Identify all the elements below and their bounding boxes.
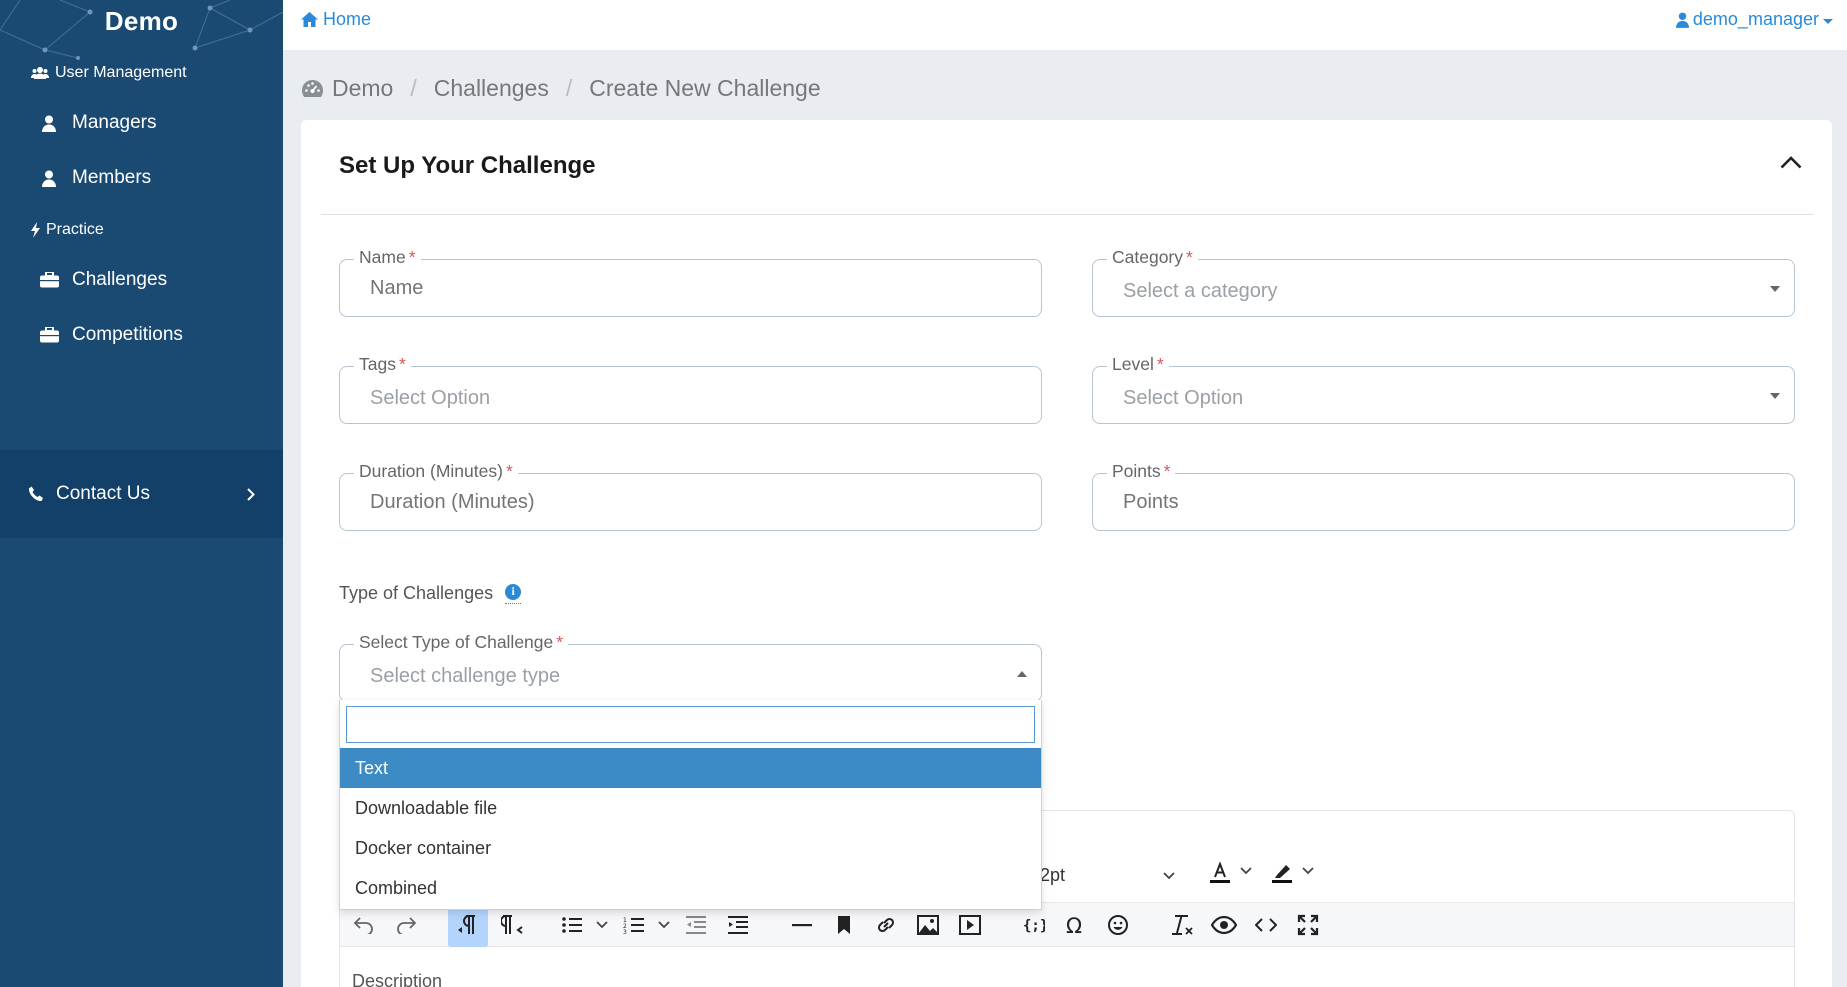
breadcrumb: Demo / Challenges / Create New Challenge (301, 75, 821, 102)
breadcrumb-current: Create New Challenge (589, 75, 821, 101)
chevron-down-icon[interactable] (1240, 867, 1252, 875)
caret-down-icon (1770, 393, 1780, 399)
challenge-type-dropdown: Text Downloadable file Docker container … (339, 700, 1042, 910)
text-color-icon[interactable] (1208, 860, 1232, 884)
emoji-icon[interactable] (1098, 903, 1138, 947)
level-label: Level * (1107, 354, 1169, 375)
challenge-type-select[interactable]: Select Type of Challenge * Select challen… (339, 632, 1042, 702)
user-menu-label: demo_manager (1692, 9, 1819, 29)
info-icon[interactable]: i (505, 583, 522, 600)
breadcrumb-challenges[interactable]: Challenges (434, 75, 549, 102)
user-icon (42, 115, 56, 132)
category-select[interactable]: Category * Select a category (1092, 247, 1795, 317)
breadcrumb-separator: / (410, 75, 417, 101)
breadcrumb-separator: / (565, 75, 573, 101)
sidebar-item-competitions[interactable]: Competitions (38, 324, 183, 346)
user-menu[interactable]: demo_manager (1675, 9, 1833, 30)
level-placeholder: Select Option (1123, 387, 1244, 409)
name-field[interactable]: Name * (339, 247, 1042, 317)
points-field[interactable]: Points * (1092, 461, 1795, 531)
svg-text:{;}: {;} (1023, 918, 1045, 934)
dropdown-option-text[interactable]: Text (340, 748, 1041, 788)
sidebar-item-label: Challenges (72, 269, 168, 290)
duration-input[interactable] (370, 491, 931, 514)
challenge-type-label: Select Type of Challenge * (354, 632, 569, 653)
home-link[interactable]: Home (301, 9, 371, 30)
contact-us-button[interactable]: Contact Us (0, 450, 283, 538)
users-icon (31, 67, 49, 79)
sidebar: Demo User Management Managers Members Pr… (0, 0, 283, 987)
home-link-label: Home (323, 9, 372, 29)
chevron-right-icon (247, 487, 255, 501)
preview-icon[interactable] (1204, 903, 1244, 947)
caret-down-icon (1823, 18, 1833, 24)
category-label: Category * (1107, 247, 1198, 268)
name-input[interactable] (370, 277, 931, 300)
svg-text:3: 3 (623, 929, 627, 934)
caret-up-icon (1017, 671, 1027, 677)
card-divider (321, 214, 1814, 215)
home-icon (301, 12, 318, 27)
svg-text:Ω: Ω (1066, 914, 1082, 936)
category-placeholder: Select a category (1123, 280, 1278, 302)
points-input[interactable] (1123, 491, 1684, 514)
dropdown-search-input[interactable] (346, 706, 1035, 743)
sidebar-item-managers[interactable]: Managers (38, 112, 157, 134)
breadcrumb-demo[interactable]: Demo (332, 75, 393, 102)
section-practice-label: Practice (46, 221, 104, 238)
section-practice: Practice (31, 221, 104, 239)
type-heading-label: Type of Challenges (339, 583, 494, 603)
contact-us-label: Contact Us (56, 483, 150, 504)
caret-down-icon (1770, 286, 1780, 292)
chevron-down-icon (1163, 871, 1175, 879)
dashboard-icon (302, 80, 323, 97)
dropdown-option-combined[interactable]: Combined (340, 868, 1041, 908)
topbar: Home demo_manager (283, 0, 1847, 50)
sidebar-item-label: Managers (72, 112, 157, 133)
highlight-color-icon[interactable] (1270, 860, 1294, 884)
lightning-icon (31, 222, 40, 238)
chevron-down-icon[interactable] (1302, 867, 1314, 875)
sidebar-item-label: Competitions (72, 324, 183, 345)
dropdown-option-docker-container[interactable]: Docker container (340, 828, 1041, 868)
type-of-challenges-heading: Type of Challenges i (339, 583, 522, 604)
sidebar-item-challenges[interactable]: Challenges (38, 269, 167, 291)
briefcase-icon (39, 272, 59, 288)
tags-select[interactable]: Tags * Select Option (339, 354, 1042, 424)
dropdown-option-downloadable-file[interactable]: Downloadable file (340, 788, 1041, 828)
section-user-management: User Management (31, 64, 187, 82)
points-label: Points * (1107, 461, 1176, 482)
card-title: Set Up Your Challenge (339, 152, 596, 179)
name-label: Name * (354, 247, 421, 268)
tags-placeholder: Select Option (370, 387, 491, 409)
sidebar-item-members[interactable]: Members (38, 167, 151, 189)
challenge-type-placeholder: Select challenge type (370, 665, 561, 687)
brand-title[interactable]: Demo (0, 6, 283, 37)
briefcase-icon (39, 327, 59, 343)
clear-formatting-icon[interactable] (1162, 903, 1202, 947)
user-icon (42, 170, 56, 187)
user-icon (1675, 12, 1689, 28)
description-label: Description (352, 971, 443, 987)
special-character-icon[interactable]: Ω (1056, 903, 1096, 947)
tags-label: Tags * (354, 354, 411, 375)
source-code-icon[interactable] (1246, 903, 1286, 947)
section-user-management-label: User Management (55, 64, 187, 81)
phone-icon (28, 486, 43, 502)
font-size-select[interactable]: 2pt (1040, 865, 1175, 886)
duration-label: Duration (Minutes) * (354, 461, 518, 482)
chevron-up-icon[interactable] (1780, 156, 1802, 169)
font-size-value: 2pt (1040, 865, 1066, 885)
fullscreen-icon[interactable] (1288, 903, 1328, 947)
level-select[interactable]: Level * Select Option (1092, 354, 1795, 424)
sidebar-item-label: Members (72, 167, 152, 188)
duration-field[interactable]: Duration (Minutes) * (339, 461, 1042, 531)
